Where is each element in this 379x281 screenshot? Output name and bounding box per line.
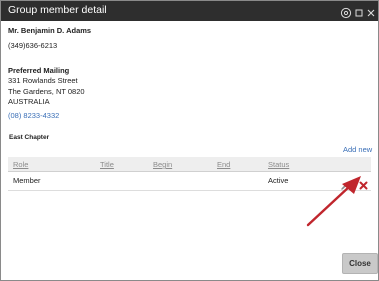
annotation-arrow (306, 176, 361, 227)
close-button[interactable]: Close (342, 253, 378, 274)
dialog-window: Group member detail Mr. Benjamin D. Adam… (0, 0, 379, 281)
